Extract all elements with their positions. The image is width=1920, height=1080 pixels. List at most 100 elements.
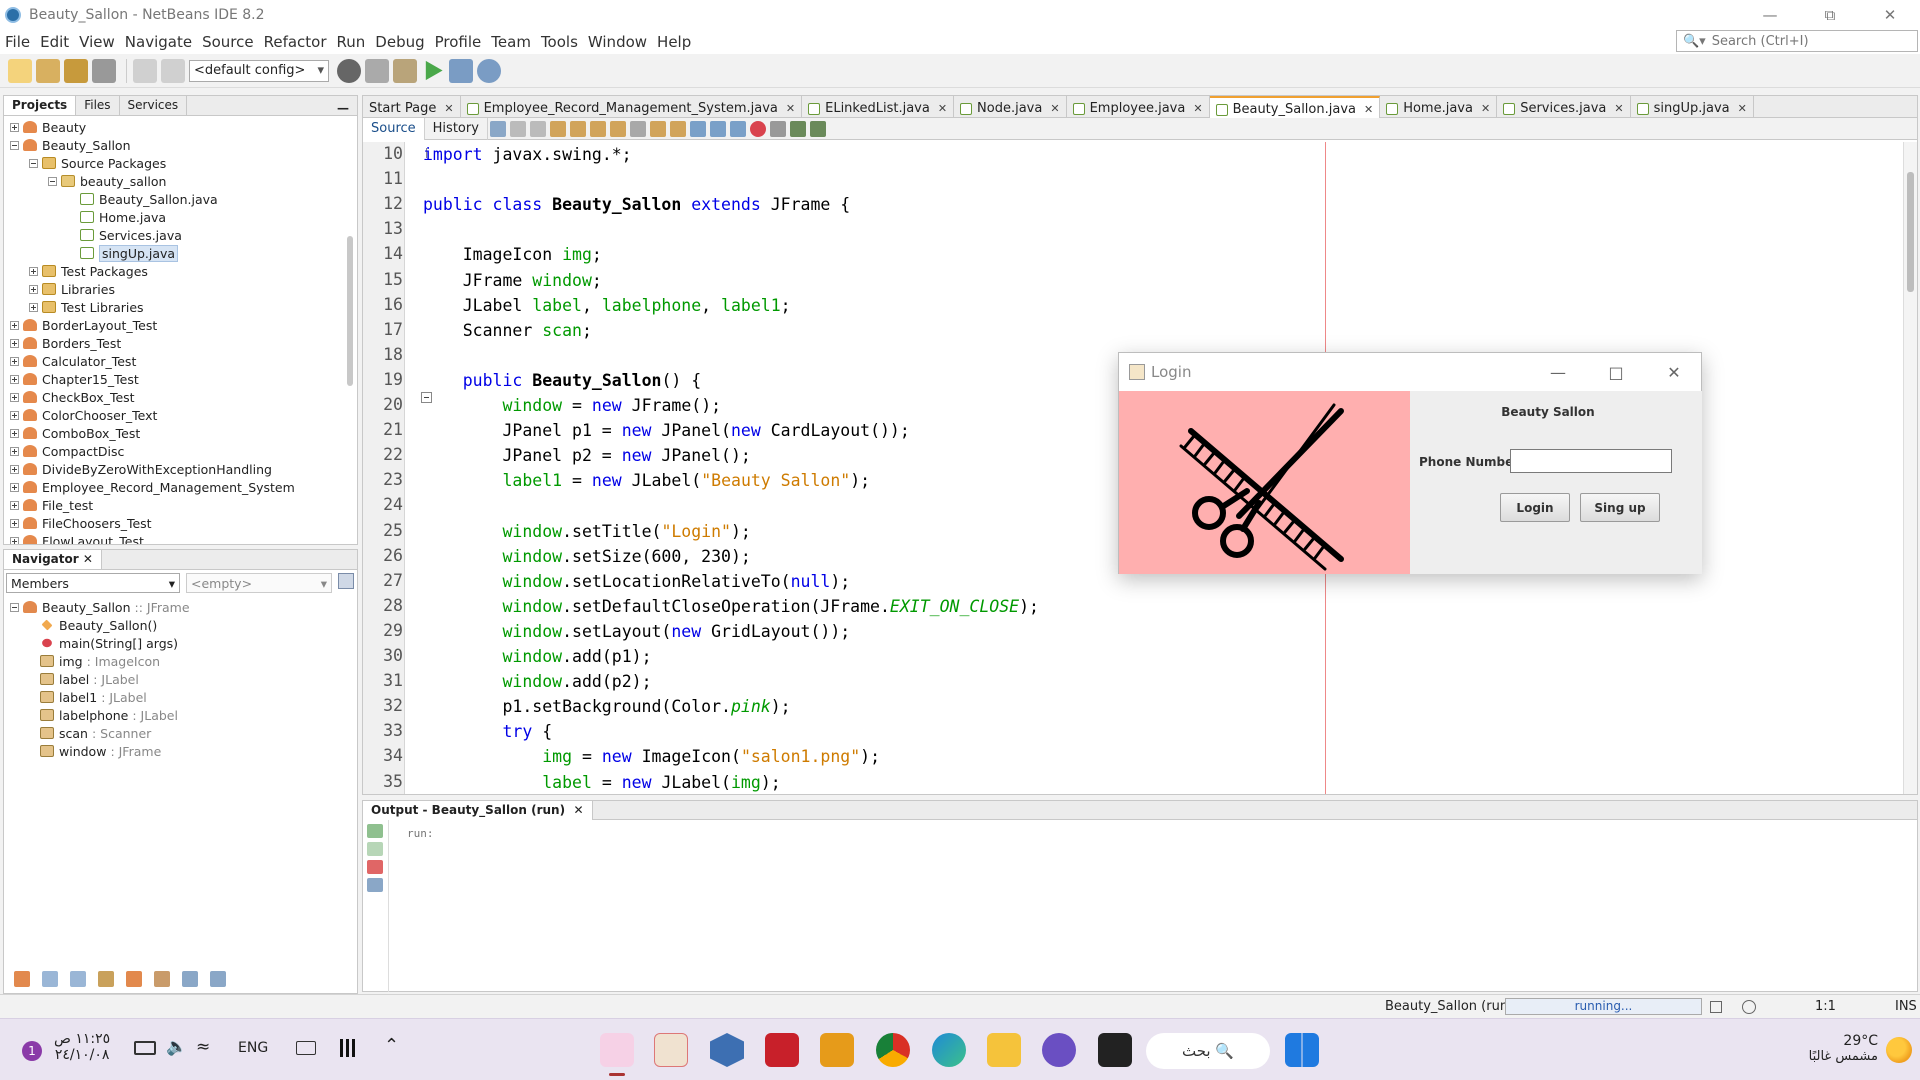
pdf-icon[interactable] xyxy=(765,1033,799,1067)
editor-tab[interactable]: Employee.java ✕ xyxy=(1067,96,1210,118)
config-select[interactable]: <default config> xyxy=(189,59,329,82)
chevron-up-icon[interactable]: ⌃ xyxy=(384,1035,399,1056)
clock[interactable]: ١١:٢٥ ص ٢٤/١٠/٠٨ xyxy=(54,1031,110,1063)
collapse-icon[interactable] xyxy=(29,158,38,168)
tree-item[interactable]: Beauty_Sallon xyxy=(10,136,357,154)
code-line[interactable]: public class Beauty_Sallon extends JFram… xyxy=(423,192,850,217)
global-search-field[interactable]: 🔍▾ Search (Ctrl+I) xyxy=(1676,30,1918,52)
editor-tab[interactable]: Employee_Record_Management_System.java ✕ xyxy=(461,96,803,118)
navigator-member[interactable]: label1: JLabel xyxy=(10,688,357,706)
restore-button[interactable]: ⧉ xyxy=(1800,0,1860,30)
sort-name-icon[interactable] xyxy=(154,971,170,987)
expand-icon[interactable] xyxy=(10,536,19,544)
tree-item[interactable]: ColorChooser_Text xyxy=(10,406,357,424)
expand-icon[interactable] xyxy=(10,500,19,510)
chrome-icon[interactable] xyxy=(876,1033,910,1067)
editor-scrollbar[interactable] xyxy=(1903,142,1917,794)
editor-tab[interactable]: Node.java ✕ xyxy=(954,96,1067,118)
expand-icon[interactable] xyxy=(10,518,19,528)
rerun-icon[interactable] xyxy=(367,824,383,838)
toggle-highlight-icon[interactable] xyxy=(609,120,626,137)
keyboard-icon[interactable] xyxy=(296,1041,316,1055)
expand-icon[interactable] xyxy=(10,338,19,348)
expand-icon[interactable] xyxy=(29,302,38,312)
wifi-icon[interactable]: ≈ xyxy=(196,1037,210,1057)
uncomment-icon[interactable] xyxy=(809,120,826,137)
editor-tab[interactable]: Home.java ✕ xyxy=(1380,96,1498,118)
edge-icon[interactable] xyxy=(932,1033,966,1067)
taskbar-search[interactable]: بحث 🔍 xyxy=(1146,1033,1270,1069)
java-icon[interactable] xyxy=(654,1033,688,1067)
close-tab-icon[interactable]: ✕ xyxy=(1193,102,1202,115)
next-bookmark-icon[interactable] xyxy=(669,120,686,137)
filter-inherited-icon[interactable] xyxy=(14,971,30,987)
code-line[interactable]: window.add(p2); xyxy=(423,669,651,694)
tree-item[interactable]: Services.java xyxy=(10,226,357,244)
navigator-config-icon[interactable] xyxy=(338,573,354,589)
code-line[interactable]: img = new ImageIcon("salon1.png"); xyxy=(423,744,880,769)
performance-icon[interactable] xyxy=(340,1039,360,1057)
new-file-icon[interactable] xyxy=(8,58,32,83)
editor-tab[interactable]: singUp.java ✕ xyxy=(1631,96,1754,118)
minimize-button[interactable]: — xyxy=(1740,0,1800,30)
tree-item[interactable]: Libraries xyxy=(10,280,357,298)
shift-left-icon[interactable] xyxy=(709,120,726,137)
open-project-icon[interactable] xyxy=(64,58,88,83)
settings-icon[interactable] xyxy=(367,878,383,892)
code-line[interactable]: p1.setBackground(Color.pink); xyxy=(423,694,790,719)
menu-view[interactable]: View xyxy=(74,33,120,51)
expand-icon[interactable] xyxy=(10,356,19,366)
shift-right-icon[interactable] xyxy=(729,120,746,137)
sublime-icon[interactable] xyxy=(820,1033,854,1067)
sort-source-icon[interactable] xyxy=(182,971,198,987)
tree-item[interactable]: singUp.java xyxy=(10,244,357,262)
navigator-root[interactable]: Beauty_Sallon :: JFrame xyxy=(10,598,357,616)
run-icon[interactable] xyxy=(425,60,443,81)
filter-static-icon[interactable] xyxy=(70,971,86,987)
code-line[interactable]: window.setLocationRelativeTo(null); xyxy=(423,569,850,594)
stop-icon[interactable] xyxy=(367,860,383,874)
volume-icon[interactable]: 🔈 xyxy=(166,1037,187,1057)
tree-item[interactable]: FlowLayout_Test xyxy=(10,532,357,544)
stop-macro-icon[interactable] xyxy=(769,120,786,137)
dialog-minimize-button[interactable]: — xyxy=(1529,353,1587,391)
expand-icon[interactable] xyxy=(10,464,19,474)
close-tab-icon[interactable]: ✕ xyxy=(1364,103,1373,116)
navigator-member[interactable]: scan: Scanner xyxy=(10,724,357,742)
code-line[interactable]: JFrame window; xyxy=(423,268,602,293)
code-line[interactable]: import javax.swing.*; xyxy=(423,142,632,167)
collapse-icon[interactable] xyxy=(10,140,19,150)
login-button[interactable]: Login xyxy=(1500,493,1570,522)
find-icon[interactable] xyxy=(549,120,566,137)
tree-item[interactable]: Beauty xyxy=(10,118,357,136)
build-icon[interactable] xyxy=(365,58,389,83)
weather-widget[interactable]: 29°C مشمس غالبًا xyxy=(1782,1033,1878,1064)
expand-icon[interactable] xyxy=(10,482,19,492)
tree-item[interactable]: Test Libraries xyxy=(10,298,357,316)
code-line[interactable]: JLabel label, labelphone, label1; xyxy=(423,293,791,318)
teams-icon[interactable] xyxy=(1042,1033,1076,1067)
tasks-icon[interactable] xyxy=(1710,1001,1722,1013)
close-tab-icon[interactable]: ✕ xyxy=(1614,102,1623,115)
code-line[interactable]: window.setTitle("Login"); xyxy=(423,519,750,544)
debug-icon[interactable] xyxy=(449,58,473,83)
expand-icon[interactable] xyxy=(10,428,19,438)
tree-item[interactable]: Borders_Test xyxy=(10,334,357,352)
dialog-close-button[interactable]: ✕ xyxy=(1645,353,1703,391)
expand-icon[interactable] xyxy=(10,446,19,456)
expand-icon[interactable] xyxy=(29,266,38,276)
menu-navigate[interactable]: Navigate xyxy=(120,33,197,51)
menu-edit[interactable]: Edit xyxy=(35,33,74,51)
collapse-icon[interactable] xyxy=(48,176,57,186)
find-prev-icon[interactable] xyxy=(569,120,586,137)
tab-services[interactable]: Services xyxy=(120,96,188,115)
expand-icon[interactable] xyxy=(29,284,38,294)
tree-item[interactable]: File_test xyxy=(10,496,357,514)
filter-nonpublic-icon[interactable] xyxy=(98,971,114,987)
tab-output[interactable]: Output - Beauty_Sallon (run) ✕ xyxy=(363,800,593,820)
expand-icon[interactable] xyxy=(10,320,19,330)
close-button[interactable]: ✕ xyxy=(1860,0,1920,30)
tab-files[interactable]: Files xyxy=(76,96,120,115)
filter-members-icon[interactable] xyxy=(126,971,142,987)
tab-navigator[interactable]: Navigator ✕ xyxy=(4,550,102,569)
